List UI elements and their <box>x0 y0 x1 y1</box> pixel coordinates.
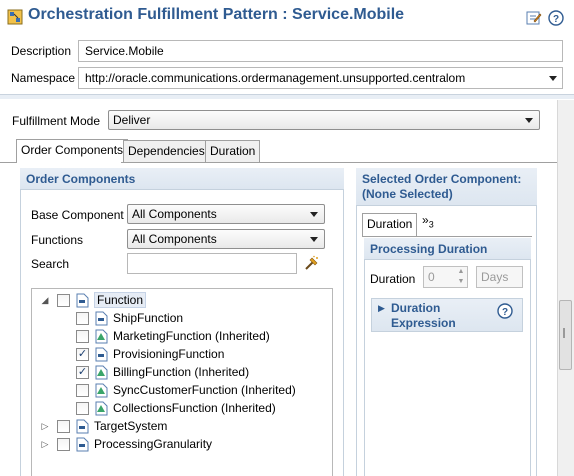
scrollbar-thumb[interactable] <box>559 300 572 370</box>
tree-node-label: BillingFunction (Inherited) <box>113 365 250 379</box>
component-icon <box>76 419 89 433</box>
inherited-component-icon <box>95 329 108 343</box>
tree-node-label: TargetSystem <box>94 419 168 433</box>
tree-node-processinggranularity[interactable]: ▷ ProcessingGranularity <box>40 435 212 453</box>
functions-value: All Components <box>132 232 217 246</box>
duration-expression-title: Duration Expression <box>391 301 456 331</box>
expand-icon[interactable]: ▷ <box>40 439 50 450</box>
namespace-value: http://oracle.communications.ordermanage… <box>85 71 466 85</box>
checkbox[interactable] <box>76 329 89 343</box>
duration-label: Duration <box>370 272 416 286</box>
duration-value: 0 <box>428 270 435 284</box>
tree-node-label: Function <box>94 292 147 308</box>
functions-label: Functions <box>31 233 84 247</box>
duration-expression-title-line1: Duration <box>391 301 441 315</box>
duration-expression-title-line2: Expression <box>391 316 456 330</box>
svg-text:?: ? <box>553 14 559 25</box>
checkbox[interactable] <box>76 401 89 415</box>
order-components-heading: Order Components <box>20 168 344 190</box>
fulfillment-mode-label: Fulfillment Mode <box>12 114 101 128</box>
tree-node-label: ProvisioningFunction <box>113 347 225 361</box>
fulfillment-mode-value: Deliver <box>113 113 151 127</box>
more-tabs-count: 3 <box>428 219 434 230</box>
more-tabs-icon: » <box>422 213 429 227</box>
tab-order-components[interactable]: Order Components <box>16 139 129 163</box>
component-icon <box>76 293 89 307</box>
scrollbar-grip <box>563 328 565 338</box>
checkbox[interactable] <box>57 419 70 433</box>
checkbox-checked[interactable]: ✓ <box>76 365 89 379</box>
page-title: Orchestration Fulfillment Pattern : Serv… <box>28 6 405 23</box>
search-input[interactable] <box>127 253 297 274</box>
tree-node-label: CollectionsFunction (Inherited) <box>113 401 276 415</box>
tab-duration[interactable]: Duration <box>205 140 261 162</box>
duration-unit-value: Days <box>481 270 509 284</box>
tree-node-function[interactable]: ◢ Function <box>40 291 147 309</box>
detail-tab-border <box>362 236 532 237</box>
search-label: Search <box>31 257 70 271</box>
active-tab-joiner <box>17 162 121 163</box>
checkbox-checked[interactable]: ✓ <box>76 347 89 361</box>
tree-node-label: ProcessingGranularity <box>94 437 213 451</box>
inherited-component-icon <box>95 365 108 379</box>
chevron-down-icon <box>525 118 533 123</box>
functions-select[interactable]: All Components <box>127 229 325 249</box>
collapse-icon[interactable]: ◢ <box>40 295 50 306</box>
clear-search-icon[interactable] <box>304 255 320 271</box>
checkbox[interactable] <box>57 437 70 451</box>
selected-component-heading-status: (None Selected) <box>362 187 453 201</box>
tree-node-marketingfunction[interactable]: MarketingFunction (Inherited) <box>76 327 270 345</box>
expand-icon[interactable]: ▶ <box>378 303 385 314</box>
selected-component-heading: Selected Order Component: (None Selected… <box>356 168 537 206</box>
expand-icon[interactable]: ▷ <box>40 421 50 432</box>
tree-node-shipfunction[interactable]: ShipFunction <box>76 309 183 327</box>
description-field[interactable]: Service.Mobile <box>78 40 563 62</box>
help-icon[interactable]: ? <box>497 303 513 319</box>
selected-component-heading-title: Selected Order Component: <box>362 172 522 186</box>
namespace-combo[interactable]: http://oracle.communications.ordermanage… <box>78 67 563 89</box>
tree-node-billingfunction[interactable]: ✓ BillingFunction (Inherited) <box>76 363 249 381</box>
tab-duration-detail[interactable]: Duration <box>362 213 418 237</box>
tree-node-provisioningfunction[interactable]: ✓ ProvisioningFunction <box>76 345 224 363</box>
chevron-down-icon <box>310 212 318 217</box>
inherited-component-icon <box>95 401 108 415</box>
tree-node-label: MarketingFunction (Inherited) <box>113 329 270 343</box>
more-tabs-button[interactable]: »3 <box>422 213 434 229</box>
checkbox[interactable] <box>76 311 89 325</box>
component-icon <box>76 437 89 451</box>
edit-icon[interactable] <box>526 10 542 26</box>
tree-node-synccustomerfunction[interactable]: SyncCustomerFunction (Inherited) <box>76 381 296 399</box>
namespace-label: Namespace <box>11 71 76 85</box>
orchestration-pattern-icon <box>7 9 23 25</box>
base-component-value: All Components <box>132 207 217 221</box>
section-divider <box>0 94 574 99</box>
base-component-select[interactable]: All Components <box>127 204 325 224</box>
spinner-up-icon[interactable]: ▲ <box>455 267 467 277</box>
tree-node-label: SyncCustomerFunction (Inherited) <box>113 383 296 397</box>
component-icon <box>95 311 108 325</box>
chevron-down-icon[interactable] <box>549 76 557 81</box>
checkbox[interactable] <box>76 383 89 397</box>
spinner-down-icon[interactable]: ▼ <box>455 277 467 287</box>
chevron-down-icon <box>310 237 318 242</box>
description-label: Description <box>11 44 72 58</box>
base-component-label: Base Component <box>31 208 124 222</box>
help-icon[interactable]: ? <box>548 10 564 26</box>
inherited-component-icon <box>95 383 108 397</box>
fulfillment-mode-select[interactable]: Deliver <box>108 110 540 130</box>
tree-node-collectionsfunction[interactable]: CollectionsFunction (Inherited) <box>76 399 276 417</box>
duration-unit-field[interactable]: Days <box>476 266 523 288</box>
tree-node-targetsystem[interactable]: ▷ TargetSystem <box>40 417 167 435</box>
tree-node-label: ShipFunction <box>113 311 184 325</box>
vertical-scrollbar[interactable] <box>557 100 574 476</box>
svg-text:?: ? <box>502 307 508 318</box>
component-icon <box>95 347 108 361</box>
tab-dependencies[interactable]: Dependencies <box>123 140 210 162</box>
processing-duration-heading: Processing Duration <box>364 238 531 260</box>
checkbox[interactable] <box>57 293 70 307</box>
